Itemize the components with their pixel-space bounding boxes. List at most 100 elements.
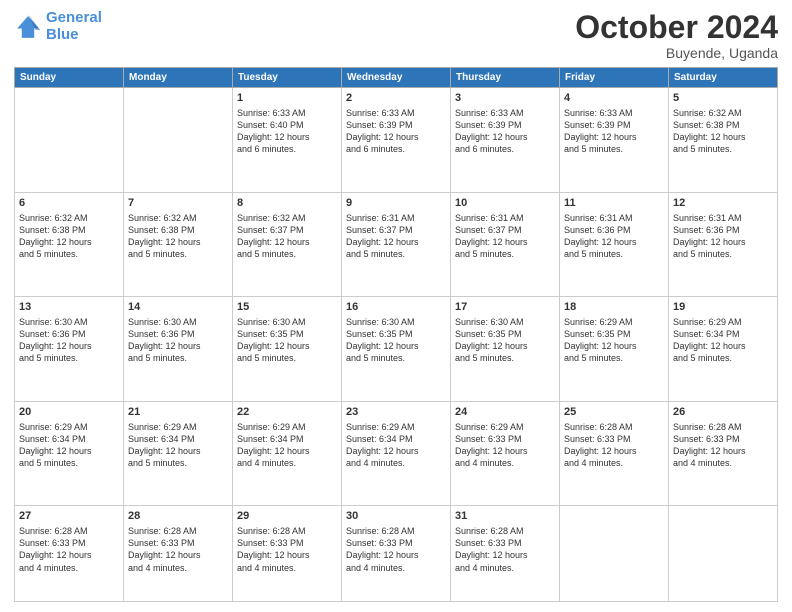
calendar-table: SundayMondayTuesdayWednesdayThursdayFrid… [14,67,778,602]
calendar-cell: 29Sunrise: 6:28 AM Sunset: 6:33 PM Dayli… [233,506,342,602]
day-number: 25 [564,405,664,420]
week-row-1: 1Sunrise: 6:33 AM Sunset: 6:40 PM Daylig… [15,88,778,193]
day-info: Sunrise: 6:32 AM Sunset: 6:37 PM Dayligh… [237,212,337,261]
day-number: 12 [673,196,773,211]
week-row-3: 13Sunrise: 6:30 AM Sunset: 6:36 PM Dayli… [15,297,778,402]
day-number: 22 [237,405,337,420]
day-info: Sunrise: 6:29 AM Sunset: 6:34 PM Dayligh… [673,316,773,365]
day-info: Sunrise: 6:28 AM Sunset: 6:33 PM Dayligh… [564,421,664,470]
col-header-sunday: Sunday [15,68,124,88]
day-info: Sunrise: 6:31 AM Sunset: 6:37 PM Dayligh… [455,212,555,261]
subtitle: Buyende, Uganda [575,45,778,61]
calendar-cell: 31Sunrise: 6:28 AM Sunset: 6:33 PM Dayli… [451,506,560,602]
day-info: Sunrise: 6:28 AM Sunset: 6:33 PM Dayligh… [128,525,228,574]
calendar-cell: 12Sunrise: 6:31 AM Sunset: 6:36 PM Dayli… [669,192,778,297]
day-number: 7 [128,196,228,211]
col-header-saturday: Saturday [669,68,778,88]
day-info: Sunrise: 6:29 AM Sunset: 6:33 PM Dayligh… [455,421,555,470]
main-title: October 2024 [575,10,778,45]
calendar-cell: 16Sunrise: 6:30 AM Sunset: 6:35 PM Dayli… [342,297,451,402]
day-number: 18 [564,300,664,315]
calendar-cell: 8Sunrise: 6:32 AM Sunset: 6:37 PM Daylig… [233,192,342,297]
col-header-wednesday: Wednesday [342,68,451,88]
calendar-cell: 30Sunrise: 6:28 AM Sunset: 6:33 PM Dayli… [342,506,451,602]
day-number: 28 [128,509,228,524]
day-number: 29 [237,509,337,524]
day-info: Sunrise: 6:28 AM Sunset: 6:33 PM Dayligh… [673,421,773,470]
day-info: Sunrise: 6:33 AM Sunset: 6:39 PM Dayligh… [346,107,446,156]
calendar-cell [15,88,124,193]
calendar-cell: 24Sunrise: 6:29 AM Sunset: 6:33 PM Dayli… [451,401,560,506]
day-number: 15 [237,300,337,315]
calendar-header-row: SundayMondayTuesdayWednesdayThursdayFrid… [15,68,778,88]
calendar-cell: 1Sunrise: 6:33 AM Sunset: 6:40 PM Daylig… [233,88,342,193]
day-number: 21 [128,405,228,420]
day-info: Sunrise: 6:28 AM Sunset: 6:33 PM Dayligh… [346,525,446,574]
calendar-cell: 23Sunrise: 6:29 AM Sunset: 6:34 PM Dayli… [342,401,451,506]
day-info: Sunrise: 6:30 AM Sunset: 6:36 PM Dayligh… [128,316,228,365]
day-info: Sunrise: 6:29 AM Sunset: 6:34 PM Dayligh… [19,421,119,470]
calendar-cell: 22Sunrise: 6:29 AM Sunset: 6:34 PM Dayli… [233,401,342,506]
day-number: 4 [564,91,664,106]
day-number: 17 [455,300,555,315]
calendar-cell: 7Sunrise: 6:32 AM Sunset: 6:38 PM Daylig… [124,192,233,297]
calendar-cell: 6Sunrise: 6:32 AM Sunset: 6:38 PM Daylig… [15,192,124,297]
day-info: Sunrise: 6:29 AM Sunset: 6:34 PM Dayligh… [128,421,228,470]
header: General Blue October 2024 Buyende, Ugand… [14,10,778,61]
logo: General Blue [14,10,102,43]
calendar-cell: 14Sunrise: 6:30 AM Sunset: 6:36 PM Dayli… [124,297,233,402]
day-number: 19 [673,300,773,315]
day-number: 9 [346,196,446,211]
calendar-cell: 17Sunrise: 6:30 AM Sunset: 6:35 PM Dayli… [451,297,560,402]
day-number: 2 [346,91,446,106]
day-info: Sunrise: 6:32 AM Sunset: 6:38 PM Dayligh… [19,212,119,261]
calendar-cell: 19Sunrise: 6:29 AM Sunset: 6:34 PM Dayli… [669,297,778,402]
calendar-cell: 10Sunrise: 6:31 AM Sunset: 6:37 PM Dayli… [451,192,560,297]
day-number: 20 [19,405,119,420]
calendar-cell: 15Sunrise: 6:30 AM Sunset: 6:35 PM Dayli… [233,297,342,402]
day-info: Sunrise: 6:29 AM Sunset: 6:34 PM Dayligh… [237,421,337,470]
calendar-cell: 27Sunrise: 6:28 AM Sunset: 6:33 PM Dayli… [15,506,124,602]
day-number: 23 [346,405,446,420]
calendar-cell: 21Sunrise: 6:29 AM Sunset: 6:34 PM Dayli… [124,401,233,506]
week-row-4: 20Sunrise: 6:29 AM Sunset: 6:34 PM Dayli… [15,401,778,506]
day-info: Sunrise: 6:29 AM Sunset: 6:35 PM Dayligh… [564,316,664,365]
day-number: 31 [455,509,555,524]
day-number: 5 [673,91,773,106]
day-info: Sunrise: 6:31 AM Sunset: 6:36 PM Dayligh… [673,212,773,261]
day-info: Sunrise: 6:33 AM Sunset: 6:40 PM Dayligh… [237,107,337,156]
day-number: 24 [455,405,555,420]
calendar-cell: 3Sunrise: 6:33 AM Sunset: 6:39 PM Daylig… [451,88,560,193]
week-row-5: 27Sunrise: 6:28 AM Sunset: 6:33 PM Dayli… [15,506,778,602]
title-block: October 2024 Buyende, Uganda [575,10,778,61]
calendar-cell: 11Sunrise: 6:31 AM Sunset: 6:36 PM Dayli… [560,192,669,297]
calendar-cell: 5Sunrise: 6:32 AM Sunset: 6:38 PM Daylig… [669,88,778,193]
day-info: Sunrise: 6:28 AM Sunset: 6:33 PM Dayligh… [237,525,337,574]
col-header-tuesday: Tuesday [233,68,342,88]
logo-text: General Blue [46,10,102,43]
day-info: Sunrise: 6:30 AM Sunset: 6:35 PM Dayligh… [455,316,555,365]
calendar-cell: 9Sunrise: 6:31 AM Sunset: 6:37 PM Daylig… [342,192,451,297]
logo-icon [14,13,42,41]
calendar-cell: 26Sunrise: 6:28 AM Sunset: 6:33 PM Dayli… [669,401,778,506]
col-header-monday: Monday [124,68,233,88]
calendar-cell: 20Sunrise: 6:29 AM Sunset: 6:34 PM Dayli… [15,401,124,506]
calendar-cell: 13Sunrise: 6:30 AM Sunset: 6:36 PM Dayli… [15,297,124,402]
day-info: Sunrise: 6:32 AM Sunset: 6:38 PM Dayligh… [128,212,228,261]
calendar-cell: 18Sunrise: 6:29 AM Sunset: 6:35 PM Dayli… [560,297,669,402]
calendar-cell [124,88,233,193]
calendar-cell: 28Sunrise: 6:28 AM Sunset: 6:33 PM Dayli… [124,506,233,602]
page: General Blue October 2024 Buyende, Ugand… [0,0,792,612]
day-info: Sunrise: 6:30 AM Sunset: 6:35 PM Dayligh… [346,316,446,365]
day-info: Sunrise: 6:33 AM Sunset: 6:39 PM Dayligh… [564,107,664,156]
calendar-cell: 25Sunrise: 6:28 AM Sunset: 6:33 PM Dayli… [560,401,669,506]
day-info: Sunrise: 6:28 AM Sunset: 6:33 PM Dayligh… [19,525,119,574]
col-header-friday: Friday [560,68,669,88]
logo-line1: General [46,10,102,27]
day-number: 1 [237,91,337,106]
day-number: 13 [19,300,119,315]
week-row-2: 6Sunrise: 6:32 AM Sunset: 6:38 PM Daylig… [15,192,778,297]
calendar-cell [669,506,778,602]
day-info: Sunrise: 6:30 AM Sunset: 6:36 PM Dayligh… [19,316,119,365]
day-number: 10 [455,196,555,211]
